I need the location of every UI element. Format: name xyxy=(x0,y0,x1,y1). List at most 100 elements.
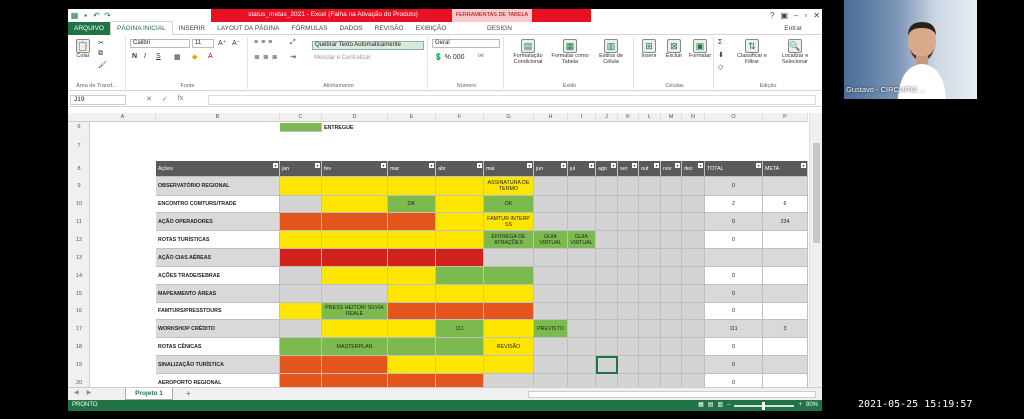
month-cell[interactable] xyxy=(280,303,322,320)
action-name[interactable]: MAPEAMENTO ÁREAS xyxy=(156,285,280,303)
row-header[interactable]: 14 xyxy=(68,267,90,285)
month-cell[interactable] xyxy=(322,177,388,196)
horizontal-scrollbar[interactable] xyxy=(528,391,816,398)
filter-dropdown-icon[interactable]: ▾ xyxy=(675,163,680,168)
month-cell[interactable] xyxy=(280,320,322,338)
column-header[interactable]: F xyxy=(436,113,484,122)
month-cell[interactable] xyxy=(322,267,388,285)
month-cell[interactable] xyxy=(436,303,484,320)
table-header[interactable]: mai ▾ xyxy=(484,161,534,177)
month-cell[interactable] xyxy=(534,338,568,356)
close-icon[interactable]: ✕ xyxy=(813,9,820,22)
month-cell[interactable] xyxy=(661,303,682,320)
filter-dropdown-icon[interactable]: ▾ xyxy=(698,163,703,168)
action-name[interactable]: OBSERVATÓRIO REGIONAL xyxy=(156,177,280,196)
month-cell[interactable] xyxy=(661,231,682,249)
column-header[interactable]: J xyxy=(596,113,618,122)
month-cell[interactable] xyxy=(568,303,596,320)
enter-icon[interactable]: ✓ xyxy=(162,95,168,103)
row-header[interactable]: 8 xyxy=(68,161,90,177)
month-cell[interactable] xyxy=(484,285,534,303)
total-cell[interactable]: 0 xyxy=(705,267,763,285)
month-cell[interactable] xyxy=(639,249,661,267)
month-cell[interactable] xyxy=(436,177,484,196)
month-cell[interactable] xyxy=(436,249,484,267)
month-cell[interactable] xyxy=(661,213,682,231)
column-header[interactable]: E xyxy=(388,113,436,122)
italic-button[interactable]: I xyxy=(144,53,146,60)
month-cell[interactable] xyxy=(639,267,661,285)
ribbon-options-icon[interactable]: ▣ xyxy=(780,9,788,22)
currency-icon[interactable]: 💲 % 000 xyxy=(434,53,465,61)
month-cell[interactable] xyxy=(682,196,705,213)
name-box[interactable]: J19 xyxy=(70,95,126,105)
month-cell[interactable] xyxy=(618,285,639,303)
month-cell[interactable] xyxy=(661,374,682,388)
action-name[interactable]: AEROPORTO REGIONAL xyxy=(156,374,280,388)
month-cell[interactable] xyxy=(534,249,568,267)
month-cell[interactable] xyxy=(322,249,388,267)
month-cell[interactable]: ASSINATURA DE TERMO xyxy=(484,177,534,196)
month-cell[interactable] xyxy=(388,249,436,267)
month-cell[interactable] xyxy=(639,196,661,213)
month-cell[interactable] xyxy=(568,356,596,374)
table-header[interactable]: set ▾ xyxy=(618,161,639,177)
bold-button[interactable]: N xyxy=(132,53,137,60)
tab-formulas[interactable]: FÓRMULAS xyxy=(285,22,333,35)
autosum-icon[interactable]: Σ xyxy=(718,39,722,46)
meta-cell[interactable] xyxy=(763,249,808,267)
paste-button[interactable]: 📋 Colar xyxy=(72,39,94,59)
column-header[interactable]: N xyxy=(682,113,705,122)
column-header[interactable]: H xyxy=(534,113,568,122)
filter-dropdown-icon[interactable]: ▾ xyxy=(273,163,278,168)
insert-button[interactable]: ⊞ Inserir xyxy=(638,39,660,59)
month-cell[interactable] xyxy=(322,196,388,213)
month-cell[interactable] xyxy=(682,213,705,231)
month-cell[interactable]: 111 xyxy=(436,320,484,338)
filter-dropdown-icon[interactable]: ▾ xyxy=(756,163,761,168)
month-cell[interactable] xyxy=(436,196,484,213)
month-cell[interactable] xyxy=(568,374,596,388)
table-header[interactable]: mar ▾ xyxy=(388,161,436,177)
month-cell[interactable] xyxy=(661,177,682,196)
month-cell[interactable] xyxy=(436,374,484,388)
meta-cell[interactable] xyxy=(763,177,808,196)
total-cell[interactable]: 0 xyxy=(705,303,763,320)
row-header[interactable]: 18 xyxy=(68,338,90,356)
month-cell[interactable] xyxy=(484,320,534,338)
month-cell[interactable] xyxy=(596,249,618,267)
month-cell[interactable] xyxy=(436,231,484,249)
month-cell[interactable] xyxy=(280,338,322,356)
tab-file[interactable]: ARQUIVO xyxy=(68,21,110,35)
month-cell[interactable] xyxy=(618,196,639,213)
shrink-font-icon[interactable]: A⁻ xyxy=(232,39,240,47)
total-cell[interactable]: 0 xyxy=(705,213,763,231)
tab-insert[interactable]: INSERIR xyxy=(173,22,211,35)
total-cell[interactable]: 0 xyxy=(705,285,763,303)
restore-icon[interactable]: ▫ xyxy=(804,9,807,22)
selected-cell[interactable] xyxy=(596,356,618,374)
delete-button[interactable]: ⊠ Excluir xyxy=(662,39,686,59)
zoom-slider[interactable] xyxy=(734,401,795,410)
month-cell[interactable] xyxy=(388,338,436,356)
scroll-thumb[interactable] xyxy=(813,143,820,243)
undo-icon[interactable]: ↶ xyxy=(92,11,101,20)
table-header[interactable]: abr ▾ xyxy=(436,161,484,177)
column-header[interactable]: D xyxy=(322,113,388,122)
month-cell[interactable] xyxy=(596,320,618,338)
filter-dropdown-icon[interactable]: ▾ xyxy=(477,163,482,168)
meta-cell[interactable] xyxy=(763,285,808,303)
table-header[interactable]: out ▾ xyxy=(639,161,661,177)
month-cell[interactable]: MASTERPLAN xyxy=(322,338,388,356)
month-cell[interactable] xyxy=(568,320,596,338)
month-cell[interactable] xyxy=(596,267,618,285)
month-cell[interactable] xyxy=(322,374,388,388)
row-header[interactable]: 6 xyxy=(68,123,90,132)
tab-data[interactable]: DADOS xyxy=(334,22,369,35)
table-header[interactable]: jan ▾ xyxy=(280,161,322,177)
zoom-in-icon[interactable]: + xyxy=(798,400,802,411)
total-cell[interactable]: 0 xyxy=(705,374,763,388)
month-cell[interactable] xyxy=(661,338,682,356)
column-header[interactable]: P xyxy=(763,113,808,122)
month-cell[interactable] xyxy=(639,303,661,320)
